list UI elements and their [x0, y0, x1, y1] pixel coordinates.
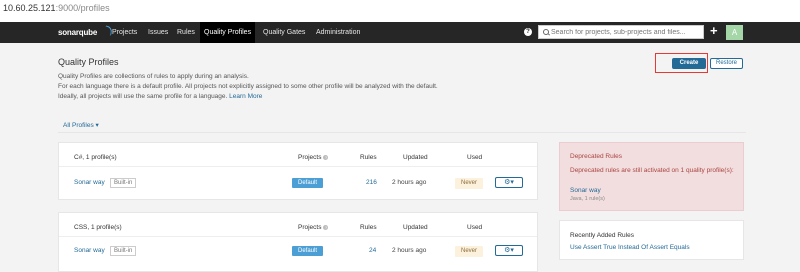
nav-projects[interactable]: Projects: [112, 22, 137, 43]
updated-header: Updated: [403, 154, 428, 161]
deprecated-title: Deprecated Rules: [570, 153, 623, 160]
projects-header-label: Projects: [298, 224, 322, 231]
profile-card-css: CSS, 1 profile(s) Projects? Rules Update…: [58, 212, 538, 272]
deprecated-rules-panel: Deprecated Rules Deprecated rules are st…: [559, 142, 744, 211]
deprecated-text: Deprecated rules are still activated on …: [570, 167, 734, 174]
top-navbar: sonarqube Projects Issues Rules Quality …: [0, 22, 800, 43]
global-search[interactable]: [538, 25, 704, 39]
create-button[interactable]: Create: [672, 58, 706, 69]
filter-divider: [58, 132, 746, 133]
nav-administration[interactable]: Administration: [316, 22, 360, 43]
language-header: C#, 1 profile(s): [74, 154, 117, 161]
projects-help-icon[interactable]: ?: [323, 224, 329, 230]
builtin-badge: Built-in: [110, 178, 137, 188]
description-text: Ideally, all projects will use the same …: [58, 93, 228, 100]
deprecated-profile-detail: Java, 1 rule(s): [570, 196, 605, 202]
nav-issues[interactable]: Issues: [148, 22, 168, 43]
search-input[interactable]: [551, 27, 701, 37]
profiles-filter-dropdown[interactable]: All Profiles ▾: [63, 121, 99, 129]
deprecated-profile-link[interactable]: Sonar way: [570, 187, 601, 194]
rules-count-link[interactable]: 24: [369, 247, 376, 254]
profile-name-link[interactable]: Sonar way: [74, 247, 105, 254]
plus-icon[interactable]: +: [710, 24, 718, 38]
card-separator: [59, 236, 537, 237]
projects-header-label: Projects: [298, 154, 322, 161]
recent-title: Recently Added Rules: [570, 232, 634, 239]
browser-address-bar[interactable]: 10.60.25.121:9000/profiles: [0, 0, 800, 18]
used-header: Used: [467, 224, 483, 231]
page-title: Quality Profiles: [58, 57, 119, 67]
learn-more-link[interactable]: Learn More: [229, 93, 262, 100]
url-path: :9000/profiles: [55, 3, 110, 13]
recently-added-rules-panel: Recently Added Rules Use Assert True Ins…: [559, 220, 744, 260]
profile-name-link[interactable]: Sonar way: [74, 179, 105, 186]
url-host: 10.60.25.121: [3, 3, 56, 13]
rules-count-link[interactable]: 216: [366, 179, 377, 186]
rules-header: Rules: [360, 154, 377, 161]
rules-header: Rules: [360, 224, 377, 231]
projects-header: Projects?: [298, 224, 329, 231]
used-never-badge: Never: [455, 178, 483, 189]
nav-rules[interactable]: Rules: [177, 22, 195, 43]
search-icon: [543, 29, 549, 35]
sonarqube-logo[interactable]: sonarqube: [58, 25, 113, 37]
page-description-line-2: For each language there is a default pro…: [58, 83, 438, 90]
url-text[interactable]: 10.60.25.121:9000/profiles: [3, 3, 110, 13]
profile-card-csharp: C#, 1 profile(s) Projects? Rules Updated…: [58, 142, 538, 200]
restore-button[interactable]: Restore: [710, 58, 743, 69]
default-badge: Default: [292, 178, 323, 188]
recent-rule-link[interactable]: Use Assert True Instead Of Assert Equals: [570, 244, 690, 251]
updated-header: Updated: [403, 224, 428, 231]
projects-header: Projects?: [298, 154, 329, 161]
logo-text: sonarqube: [58, 28, 98, 37]
language-header: CSS, 1 profile(s): [74, 224, 122, 231]
profile-actions-gear-icon[interactable]: ⚙▾: [495, 177, 523, 188]
profile-actions-gear-icon[interactable]: ⚙▾: [495, 245, 523, 256]
avatar[interactable]: A: [726, 25, 743, 40]
card-separator: [59, 166, 537, 167]
nav-quality-profiles[interactable]: Quality Profiles: [200, 22, 256, 43]
nav-quality-gates[interactable]: Quality Gates: [263, 22, 305, 43]
updated-time: 2 hours ago: [392, 247, 427, 254]
help-icon[interactable]: ?: [524, 28, 532, 36]
used-header: Used: [467, 154, 483, 161]
page-description-line-1: Quality Profiles are collections of rule…: [58, 73, 249, 80]
page-description-line-3: Ideally, all projects will use the same …: [58, 93, 262, 100]
used-never-badge: Never: [455, 246, 483, 257]
projects-help-icon[interactable]: ?: [323, 154, 329, 160]
updated-time: 2 hours ago: [392, 179, 427, 186]
